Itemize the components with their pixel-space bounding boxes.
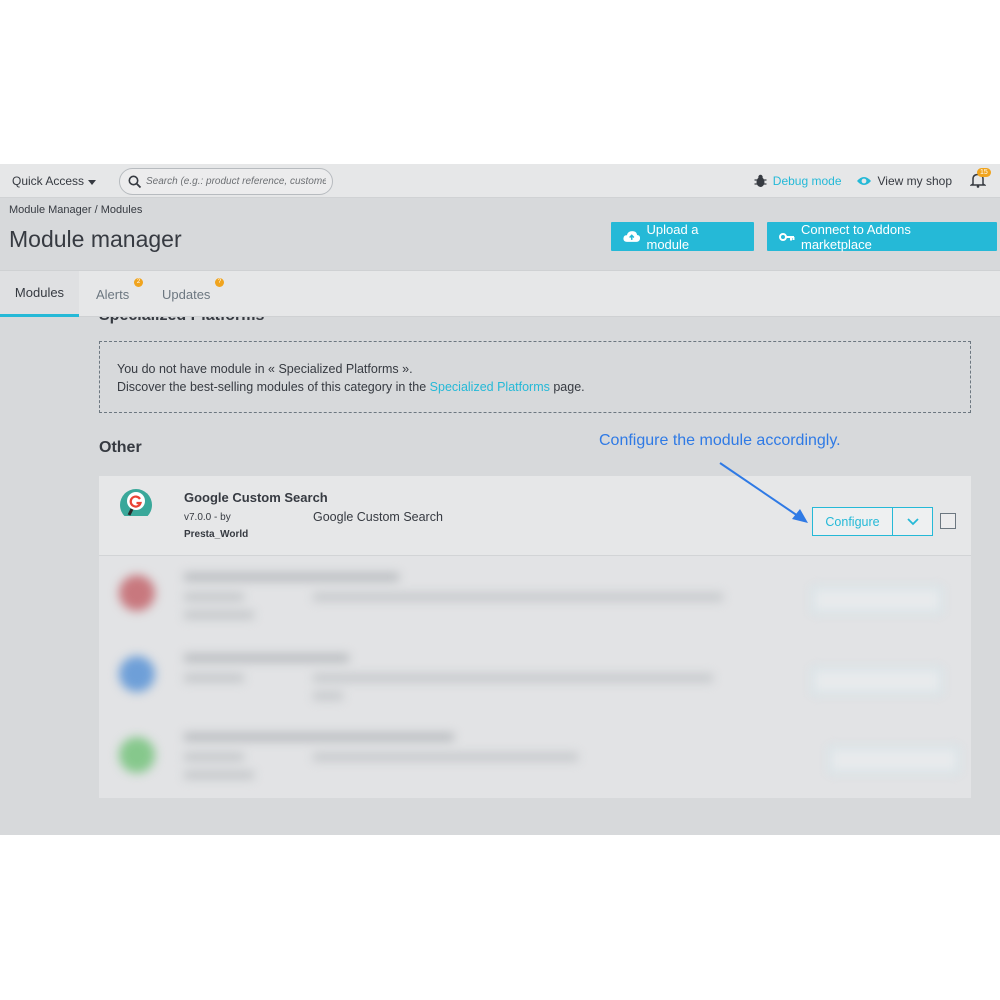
tab-alerts[interactable]: Alerts 2: [96, 271, 143, 317]
tab-alerts-label: Alerts: [96, 286, 130, 302]
blurred-text: [313, 674, 713, 682]
breadcrumb: Module Manager / Modules: [9, 204, 142, 216]
module-row: Google Custom Search v7.0.0 - by Presta_…: [99, 476, 971, 556]
section-title-other: Other: [99, 439, 142, 456]
notification-badge: 15: [977, 168, 991, 177]
blurred-text: [184, 593, 244, 601]
blurred-text: [313, 692, 343, 700]
tab-updates[interactable]: Updates ?: [162, 271, 224, 317]
module-action-group: Configure: [812, 507, 933, 536]
blurred-button: [812, 587, 942, 613]
upload-module-button[interactable]: Upload a module: [611, 221, 754, 252]
upload-module-label: Upload a module: [646, 221, 699, 252]
blurred-module-row: [99, 719, 971, 799]
module-select-checkbox[interactable]: [940, 513, 956, 529]
search-box[interactable]: [119, 168, 333, 195]
module-name: Google Custom Search: [184, 490, 328, 505]
bug-icon: [754, 174, 767, 187]
blurred-text: [184, 573, 399, 581]
search-input[interactable]: [146, 176, 326, 187]
caret-down-icon: [88, 179, 97, 185]
breadcrumb-separator: /: [94, 204, 98, 216]
cloud-upload-icon: [623, 231, 641, 242]
blurred-text: [313, 753, 578, 761]
specialized-platforms-link[interactable]: Specialized Platforms: [430, 380, 550, 394]
blurred-text: [184, 733, 454, 741]
page-title: Module manager: [9, 226, 182, 252]
connect-addons-label: Connect to Addons marketplace: [800, 221, 911, 252]
breadcrumb-root[interactable]: Module Manager: [9, 204, 92, 216]
blurred-logo: [119, 656, 155, 692]
quick-access-label: Quick Access: [12, 174, 85, 188]
tab-bar: Modules Alerts 2 Updates ?: [0, 270, 1000, 317]
view-shop-link[interactable]: View my shop: [856, 174, 952, 188]
empty-category-notice: You do not have module in « Specialized …: [99, 341, 971, 413]
key-icon: [779, 232, 795, 241]
connect-addons-button[interactable]: Connect to Addons marketplace: [767, 221, 997, 252]
blurred-text: [313, 593, 723, 601]
notice-line-2: Discover the best-selling modules of thi…: [117, 378, 953, 396]
module-actions-dropdown[interactable]: [893, 508, 932, 535]
notifications-button[interactable]: 15: [969, 168, 991, 190]
blurred-text: [184, 771, 254, 779]
blurred-text: [184, 611, 254, 619]
debug-mode-link[interactable]: Debug mode: [754, 174, 842, 188]
annotation-text: Configure the module accordingly.: [599, 432, 841, 449]
search-icon: [128, 175, 142, 188]
blurred-logo: [119, 737, 155, 773]
chevron-down-icon: [906, 517, 919, 525]
top-right-tools: Debug mode View my shop 15: [754, 168, 991, 190]
blurred-module-row: [99, 638, 971, 718]
tab-modules[interactable]: Modules: [0, 271, 79, 317]
breadcrumb-current: Modules: [100, 204, 143, 216]
blurred-button: [812, 668, 942, 694]
tab-modules-label: Modules: [14, 285, 65, 300]
module-author[interactable]: Presta_World: [184, 529, 248, 540]
notice-line-1: You do not have module in « Specialized …: [117, 362, 413, 376]
eye-icon: [856, 177, 871, 185]
blurred-button: [829, 747, 959, 773]
view-shop-label: View my shop: [877, 174, 952, 188]
blurred-logo: [119, 575, 155, 611]
module-description: Google Custom Search: [313, 510, 443, 524]
blurred-text: [184, 753, 244, 761]
top-bar: Quick Access Debug mode View my shop 15: [0, 164, 1000, 198]
module-list: Google Custom Search v7.0.0 - by Presta_…: [99, 476, 971, 798]
blurred-text: [184, 654, 349, 662]
blurred-module-row: [99, 557, 971, 637]
notice-prefix: Discover the best-selling modules of thi…: [117, 380, 427, 394]
module-version: v7.0.0 - by: [184, 512, 231, 523]
quick-access-menu[interactable]: Quick Access: [12, 174, 97, 188]
tab-alerts-badge: 2: [134, 278, 143, 287]
blurred-text: [184, 674, 244, 682]
google-search-logo-icon: [119, 489, 153, 522]
tab-updates-label: Updates: [162, 286, 211, 302]
screenshot-region: Quick Access Debug mode View my shop 15 …: [0, 164, 1000, 835]
tab-updates-badge: ?: [215, 278, 224, 287]
debug-mode-label: Debug mode: [772, 174, 842, 188]
configure-button[interactable]: Configure: [813, 508, 893, 535]
notice-suffix: page.: [553, 380, 585, 394]
